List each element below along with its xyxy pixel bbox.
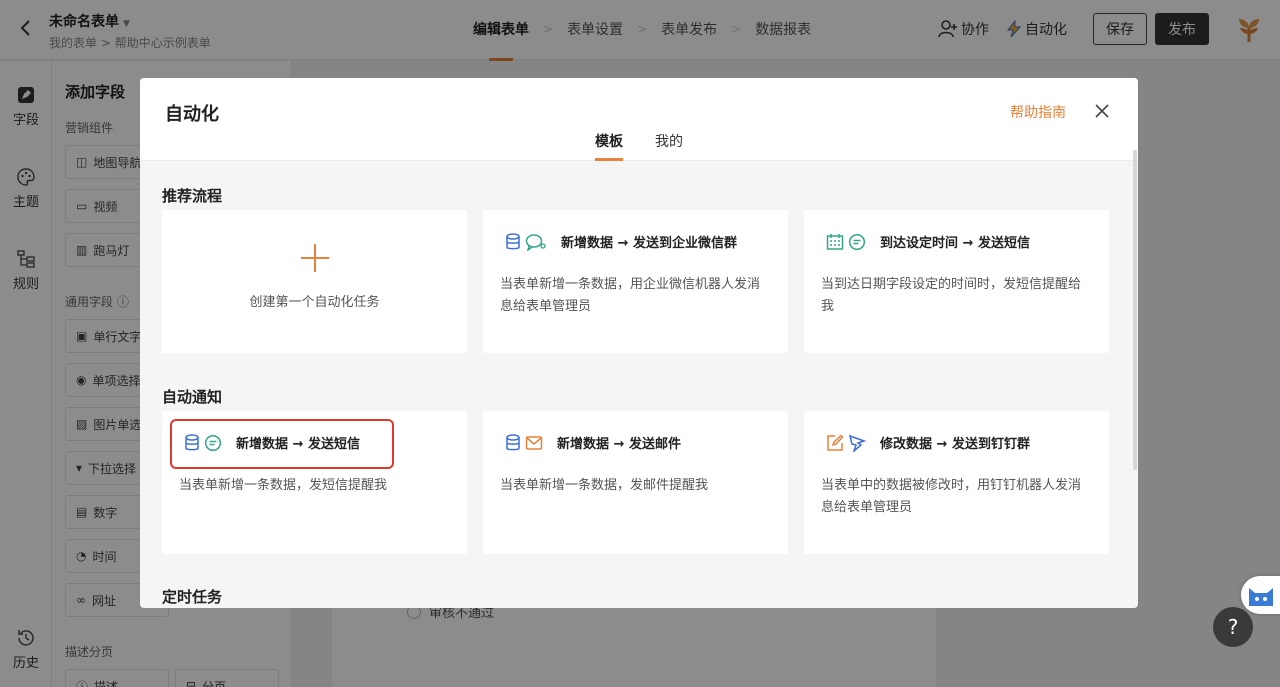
template-card-edit-data-dingtalk[interactable]: 修改数据 → 发送到钉钉群 当表单中的数据被修改时，用钉钉机器人发消息给表单管理… [804,411,1109,554]
card-title: 新增数据 → 发送到企业微信群 [505,232,737,251]
create-automation-card[interactable]: 创建第一个自动化任务 [162,210,467,353]
card-description: 当表单新增一条数据，用企业微信机器人发消息给表单管理员 [500,277,761,314]
help-fab[interactable]: ? [1213,607,1253,647]
database-icon [506,433,520,450]
template-card-new-data-sms[interactable]: 新增数据 → 发送短信 当表单新增一条数据，发短信提醒我 [162,411,467,554]
modal-header: 自动化 帮助指南 模板 我的 [140,78,1138,161]
modal-body: 推荐流程 创建第一个自动化任务 新增数据 → 发送到企业微信群 当表单新增一条数… [140,161,1138,608]
assistant-cat-button[interactable] [1241,576,1280,614]
automation-modal: 自动化 帮助指南 模板 我的 推荐流程 创建第一个自动化任务 新增数据 → 发送… [140,78,1138,608]
group-title-notification: 自动通知 [162,388,223,406]
card-title: 到达设定时间 → 发送短信 [826,232,1030,251]
page-scrollbar[interactable] [1133,150,1137,470]
modal-title: 自动化 [165,104,219,125]
sms-chat-icon [848,233,866,250]
group-title-scheduled: 定时任务 [162,588,223,606]
calendar-icon [826,233,844,250]
template-card-scheduled-sms[interactable]: 到达设定时间 → 发送短信 当到达日期字段设定的时间时，发短信提醒给我 [804,210,1109,353]
cat-mascot-icon [1249,588,1273,606]
mail-icon [525,435,543,450]
database-icon [506,232,520,249]
card-description: 当表单新增一条数据，发邮件提醒我 [500,478,709,493]
group-title-recommended: 推荐流程 [162,187,223,205]
template-card-wecom[interactable]: 新增数据 → 发送到企业微信群 当表单新增一条数据，用企业微信机器人发消息给表单… [483,210,788,353]
plus-icon [301,244,329,272]
card-title: 新增数据 → 发送邮件 [505,433,681,452]
edit-icon [827,433,844,451]
card-title: 修改数据 → 发送到钉钉群 [826,433,1030,452]
card-title: 新增数据 → 发送短信 [184,433,360,452]
card-description: 当表单中的数据被修改时，用钉钉机器人发消息给表单管理员 [821,478,1082,515]
dingtalk-icon [848,434,866,452]
database-icon [185,433,199,450]
help-guide-link[interactable]: 帮助指南 [1010,102,1066,122]
template-card-new-data-email[interactable]: 新增数据 → 发送邮件 当表单新增一条数据，发邮件提醒我 [483,411,788,554]
tab-mine[interactable]: 我的 [655,131,683,151]
wecom-chat-icon [525,233,546,251]
close-icon[interactable] [1093,102,1111,120]
sms-chat-icon [204,434,222,451]
tab-templates[interactable]: 模板 [595,131,623,161]
create-automation-label: 创建第一个自动化任务 [249,295,380,310]
card-description: 当到达日期字段设定的时间时，发短信提醒给我 [821,277,1082,314]
card-description: 当表单新增一条数据，发短信提醒我 [179,478,388,493]
